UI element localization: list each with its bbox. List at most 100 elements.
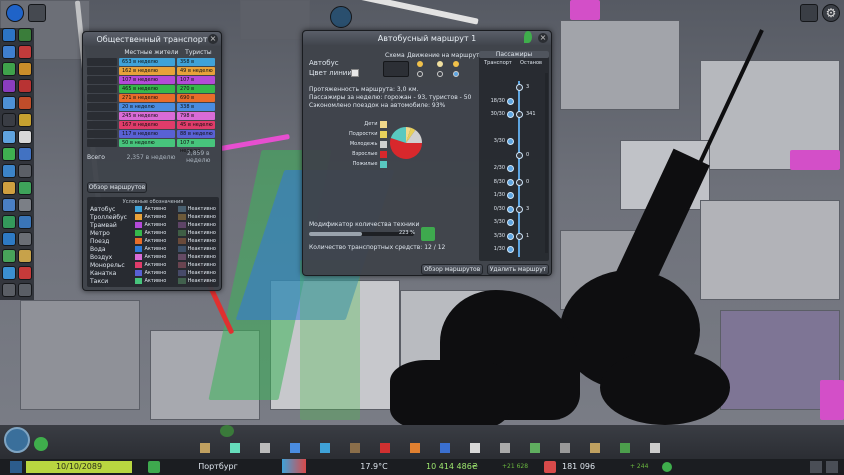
- stop-dot[interactable]: [516, 84, 523, 91]
- transport-icon[interactable]: [500, 443, 510, 453]
- help-icon[interactable]: [220, 425, 234, 437]
- stop-dot[interactable]: [516, 111, 523, 118]
- tool-icon[interactable]: [18, 147, 32, 161]
- tool-icon[interactable]: [2, 164, 16, 178]
- tool-icon[interactable]: [18, 79, 32, 93]
- tool-icon[interactable]: [2, 266, 16, 280]
- direction-radio[interactable]: [453, 71, 459, 77]
- tool-icon[interactable]: [18, 266, 32, 280]
- tool-icon[interactable]: [2, 198, 16, 212]
- zoom-icon[interactable]: [4, 427, 30, 453]
- health-icon[interactable]: [380, 443, 390, 453]
- transport-row: 162 в неделю 49 в неделю: [87, 67, 217, 75]
- vehicle-dot[interactable]: [507, 178, 514, 186]
- policies-icon[interactable]: [650, 443, 660, 453]
- close-button[interactable]: ×: [208, 34, 218, 44]
- tool-icon[interactable]: [18, 130, 32, 144]
- city-icon[interactable]: [800, 4, 818, 22]
- tool-icon[interactable]: [2, 45, 16, 59]
- districts-icon[interactable]: [260, 443, 270, 453]
- tool-icon[interactable]: [18, 113, 32, 127]
- stop-dot[interactable]: [516, 178, 523, 186]
- vehicle-dot[interactable]: [507, 138, 514, 145]
- unlock-icon[interactable]: [34, 437, 48, 451]
- police-icon[interactable]: [440, 443, 450, 453]
- tool-icon[interactable]: [18, 28, 32, 42]
- legend-inactive-label: Неактивно: [187, 222, 216, 228]
- vehicle-dot[interactable]: [507, 165, 514, 172]
- tool-icon[interactable]: [18, 164, 32, 178]
- zoning-icon[interactable]: [230, 443, 240, 453]
- tool-icon[interactable]: [18, 96, 32, 110]
- total-label: Всего: [87, 153, 105, 161]
- water-icon[interactable]: [320, 443, 330, 453]
- vehicle-dot[interactable]: [507, 192, 514, 199]
- population-change: + 244: [630, 463, 649, 470]
- education-icon[interactable]: [470, 443, 480, 453]
- population: 181 096: [562, 462, 596, 471]
- tool-icon[interactable]: [2, 130, 16, 144]
- vehicle-dot[interactable]: [507, 97, 514, 105]
- stop-dot[interactable]: [516, 205, 523, 213]
- color-checkbox[interactable]: [351, 69, 359, 77]
- tool-icon[interactable]: [18, 283, 32, 297]
- game-date[interactable]: 10/10/2089: [26, 461, 132, 473]
- tool-icon[interactable]: [2, 28, 16, 42]
- tool-icon[interactable]: [18, 198, 32, 212]
- tool-icon[interactable]: [18, 249, 32, 263]
- city-name[interactable]: Портбург: [168, 461, 268, 473]
- tool-icon[interactable]: [18, 215, 32, 229]
- direction-radio[interactable]: [437, 71, 443, 77]
- tool-icon[interactable]: [2, 147, 16, 161]
- parks-icon[interactable]: [530, 443, 540, 453]
- route-scheme-icon[interactable]: [383, 61, 409, 77]
- info-views-icon[interactable]: [28, 4, 46, 22]
- roads-icon[interactable]: [200, 443, 210, 453]
- gear-icon[interactable]: ⚙: [822, 4, 840, 22]
- route-overview-button[interactable]: Обзор маршрутов: [421, 264, 483, 275]
- tool-icon[interactable]: [2, 283, 16, 297]
- close-button[interactable]: ×: [538, 33, 548, 43]
- play-icon[interactable]: [10, 461, 22, 473]
- unique-buildings-icon[interactable]: [560, 443, 570, 453]
- vehicle-dot[interactable]: [507, 219, 514, 226]
- stop-dot[interactable]: [516, 151, 523, 159]
- monuments-icon[interactable]: [590, 443, 600, 453]
- tool-icon[interactable]: [2, 62, 16, 76]
- tool-icon[interactable]: [18, 45, 32, 59]
- tool-icon[interactable]: [2, 181, 16, 195]
- tool-icon[interactable]: [2, 249, 16, 263]
- speed-icon[interactable]: [148, 461, 160, 473]
- garbage-icon[interactable]: [350, 443, 360, 453]
- tool-icon[interactable]: [18, 181, 32, 195]
- tool-icon[interactable]: [18, 232, 32, 246]
- tool-icon[interactable]: [2, 96, 16, 110]
- vehicle-dot[interactable]: [507, 232, 514, 240]
- vehicle-dot[interactable]: [507, 205, 514, 213]
- tool-icon[interactable]: [2, 79, 16, 93]
- vehicle-dot[interactable]: [507, 111, 514, 118]
- route-overview-button[interactable]: Обзор маршрутов: [87, 182, 147, 193]
- landscaping-icon[interactable]: [620, 443, 630, 453]
- tool-icon[interactable]: [2, 232, 16, 246]
- apply-modifier-icon[interactable]: [421, 227, 435, 241]
- chirper-icon[interactable]: [6, 4, 24, 22]
- tourist-riders: 270 в неделю: [177, 85, 215, 100]
- tool-icon[interactable]: [18, 62, 32, 76]
- slider-fill: [309, 232, 362, 236]
- tool-icon[interactable]: [2, 113, 16, 127]
- electricity-icon[interactable]: [290, 443, 300, 453]
- delete-route-button[interactable]: Удалить маршрут: [487, 264, 549, 275]
- vehicle-dot[interactable]: [507, 246, 514, 253]
- close-window-icon[interactable]: [810, 461, 822, 473]
- scrollbar[interactable]: [545, 73, 548, 253]
- fire-icon[interactable]: [410, 443, 420, 453]
- tool-icon[interactable]: [2, 215, 16, 229]
- bird-icon[interactable]: [330, 6, 352, 28]
- route-title[interactable]: Автобусный маршрут 1: [378, 34, 477, 43]
- menu-icon[interactable]: [826, 461, 838, 473]
- direction-radio[interactable]: [417, 71, 423, 77]
- legend-row: Вода Активно Неактивно: [90, 245, 216, 253]
- stop-dot[interactable]: [516, 232, 523, 240]
- locate-pin-icon[interactable]: [524, 31, 532, 43]
